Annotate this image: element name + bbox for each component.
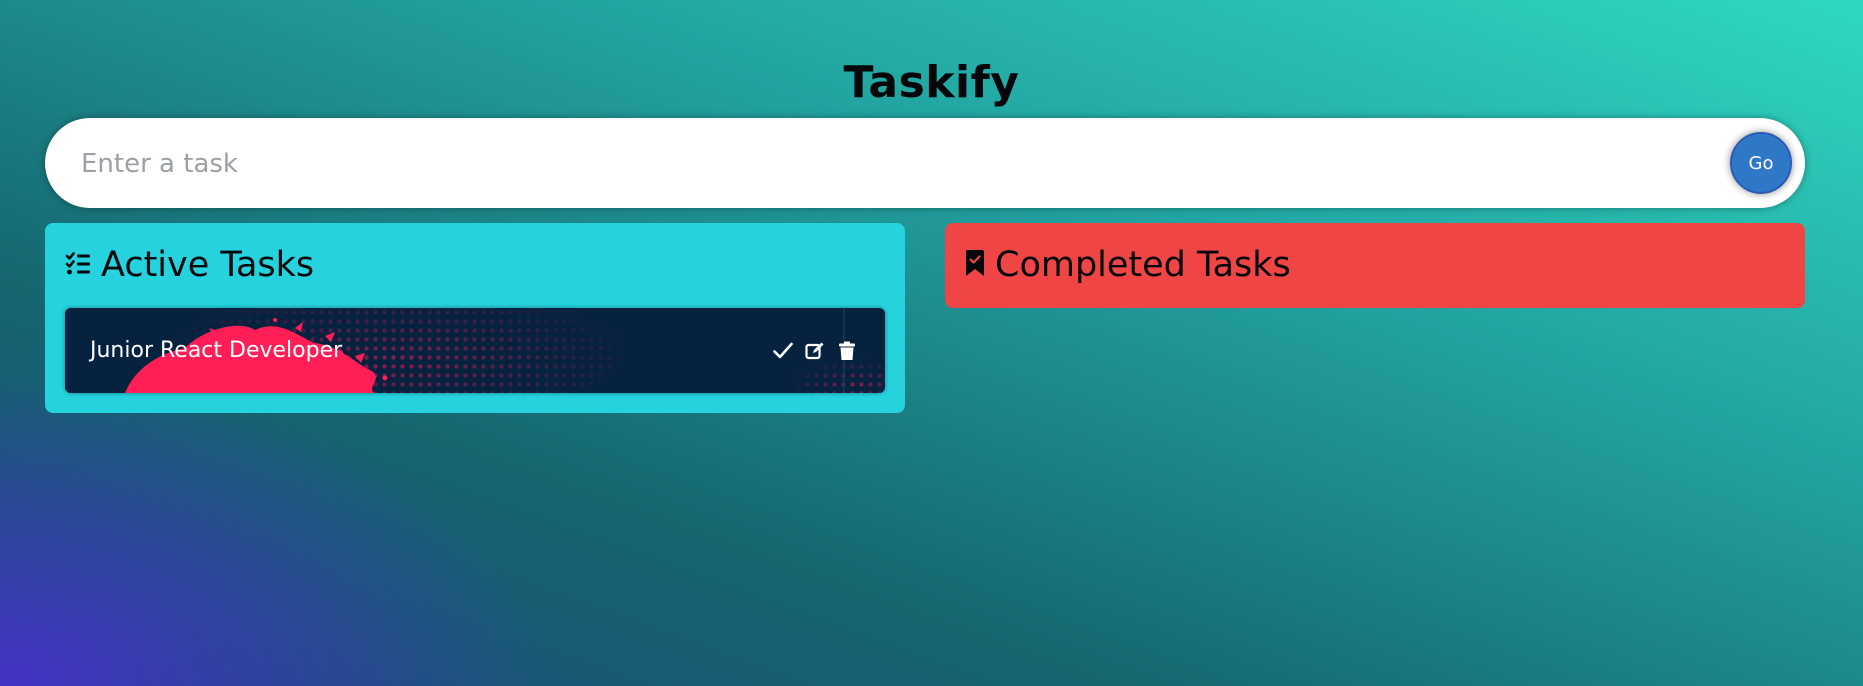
task-form: Go	[45, 118, 1805, 210]
bookmark-check-icon	[965, 245, 995, 285]
trash-icon[interactable]	[835, 339, 859, 363]
completed-tasks-heading: Completed Tasks	[965, 239, 1291, 291]
go-button[interactable]: Go	[1730, 132, 1792, 194]
task-input[interactable]	[79, 118, 1723, 210]
task-text: Junior React Developer	[90, 338, 343, 363]
task-actions	[763, 308, 859, 393]
active-tasks-panel: Active Tasks Junior React Developer	[45, 223, 905, 413]
app-title: Taskify	[843, 57, 1020, 109]
completed-tasks-panel: Completed Tasks	[945, 223, 1805, 308]
active-tasks-title: Active Tasks	[101, 245, 315, 285]
list-check-icon	[65, 245, 101, 285]
active-tasks-heading: Active Tasks	[65, 239, 314, 291]
check-icon[interactable]	[771, 339, 795, 363]
task-card[interactable]: Junior React Developer	[65, 308, 885, 393]
edit-icon[interactable]	[803, 339, 827, 363]
completed-tasks-title: Completed Tasks	[995, 245, 1291, 285]
